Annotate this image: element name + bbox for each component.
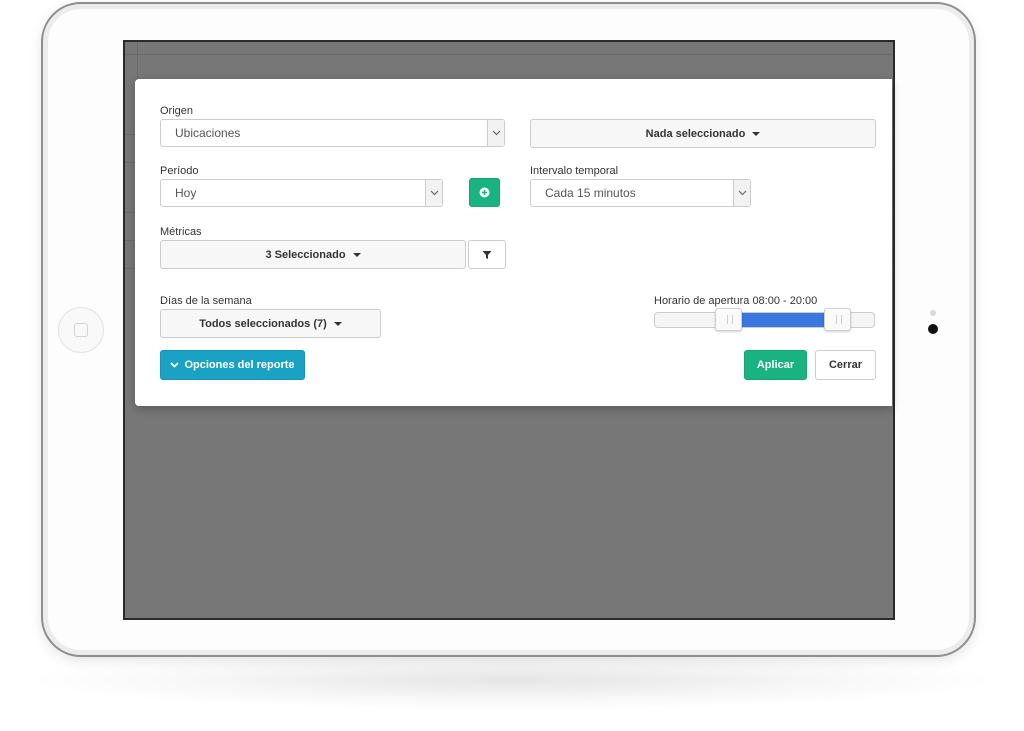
- opening-hours-range: [729, 313, 838, 327]
- sensor-dot: [930, 310, 936, 316]
- caret-down-icon: [333, 321, 342, 326]
- close-button[interactable]: Cerrar: [815, 350, 876, 380]
- caret-down-icon: [752, 131, 761, 136]
- caret-down-icon: [352, 252, 361, 257]
- home-button: [58, 307, 104, 353]
- metrics-dropdown-label: 3 Seleccionado: [265, 248, 346, 261]
- weekdays-label: Días de la semana: [160, 295, 252, 307]
- origin-value: Ubicaciones: [175, 126, 241, 140]
- interval-select[interactable]: Cada 15 minutos: [530, 179, 751, 207]
- report-options-button[interactable]: Opciones del reporte: [160, 350, 305, 380]
- plus-circle-icon: [479, 187, 490, 198]
- opening-hours-label: Horario de apertura 08:00 - 20:00: [654, 295, 818, 307]
- camera-icon: [928, 324, 938, 334]
- report-options-label: Opciones del reporte: [184, 359, 295, 371]
- metrics-filter-button[interactable]: [468, 240, 506, 269]
- chevron-down-icon: [425, 180, 442, 206]
- period-label: Período: [160, 165, 199, 177]
- interval-label: Intervalo temporal: [530, 165, 619, 177]
- device-shadow: [20, 650, 1004, 710]
- selection-dropdown-label: Nada seleccionado: [645, 127, 746, 140]
- close-label: Cerrar: [828, 359, 863, 371]
- metrics-dropdown[interactable]: 3 Seleccionado: [160, 240, 466, 269]
- chevron-down-icon: [733, 180, 750, 206]
- add-period-button[interactable]: [469, 178, 500, 207]
- origin-label: Origen: [160, 105, 194, 117]
- apply-button[interactable]: Aplicar: [744, 350, 807, 380]
- selection-dropdown[interactable]: Nada seleccionado: [530, 119, 876, 148]
- chevron-down-icon: [170, 362, 180, 368]
- apply-label: Aplicar: [756, 359, 795, 371]
- origin-select[interactable]: Ubicaciones: [160, 119, 505, 147]
- interval-value: Cada 15 minutos: [545, 186, 636, 200]
- weekdays-dropdown[interactable]: Todos seleccionados (7): [160, 309, 381, 338]
- opening-hours-end-handle[interactable]: [824, 308, 851, 331]
- metrics-label: Métricas: [160, 226, 202, 238]
- period-select[interactable]: Hoy: [160, 179, 443, 207]
- filter-icon: [482, 250, 492, 259]
- weekdays-dropdown-label: Todos seleccionados (7): [199, 317, 327, 330]
- period-value: Hoy: [175, 186, 197, 200]
- opening-hours-start-handle[interactable]: [715, 308, 742, 331]
- chevron-down-icon: [487, 120, 504, 146]
